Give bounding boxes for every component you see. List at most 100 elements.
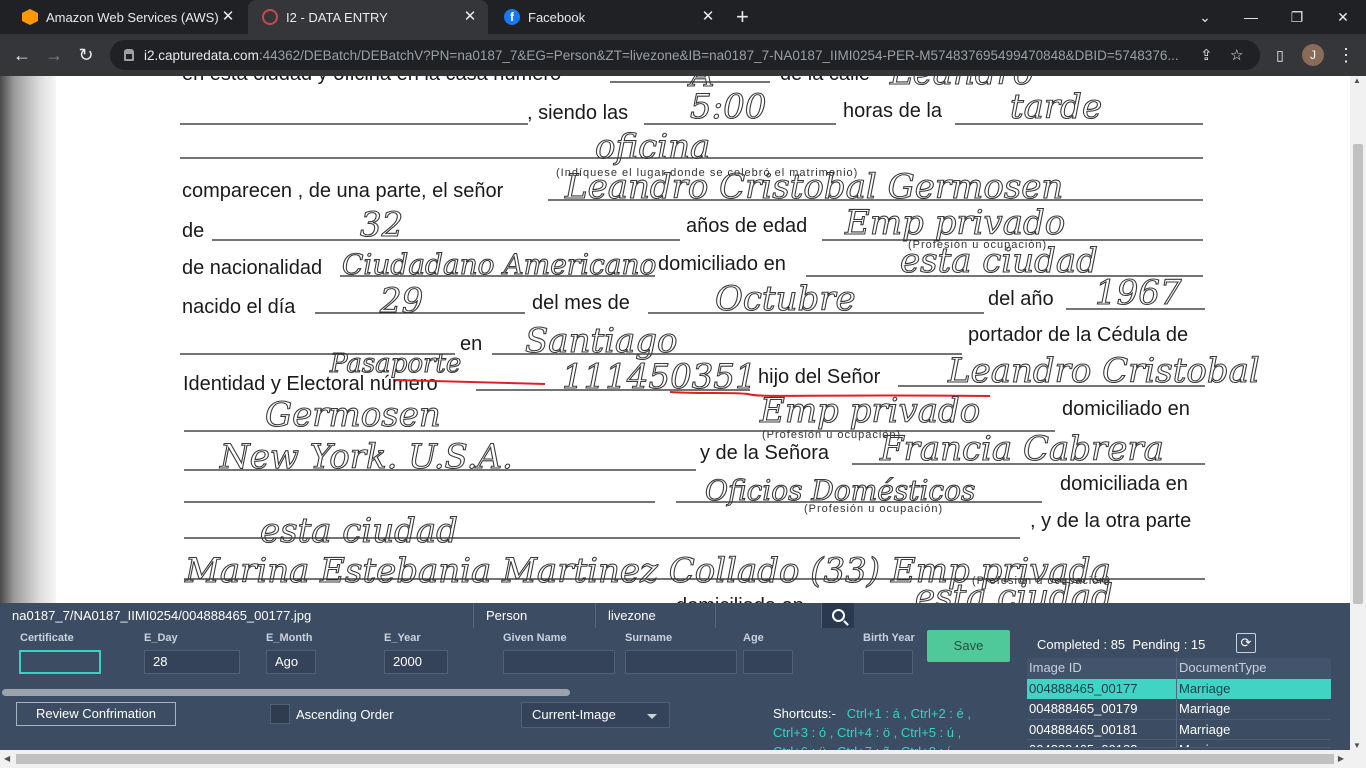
search-field[interactable] <box>716 603 822 628</box>
search-button[interactable] <box>822 603 854 628</box>
tab-title: I2 - DATA ENTRY <box>286 9 388 25</box>
tab-facebook[interactable]: f Facebook ✕ <box>490 0 726 34</box>
bookmark-star-icon[interactable]: ☆ <box>1230 46 1243 64</box>
menu-icon[interactable]: ⋮ <box>1334 43 1358 67</box>
handwriting: Francia Cabrera <box>879 429 1164 469</box>
close-icon[interactable]: ✕ <box>462 9 478 25</box>
window-close-icon[interactable]: ✕ <box>1320 0 1366 34</box>
handwriting: tarde <box>1010 87 1102 127</box>
tab-aws[interactable]: Amazon Web Services (AWS) ✕ <box>8 0 246 34</box>
share-icon[interactable]: ⇪ <box>1200 46 1213 64</box>
age-label: Age <box>743 632 764 644</box>
avatar[interactable]: J <box>1302 44 1324 66</box>
e-month-label: E_Month <box>266 632 313 644</box>
scanned-document: en esta ciudad y oficina en la casa núme… <box>180 76 1260 606</box>
search-icon <box>831 609 845 622</box>
printed-line: domiciliado en <box>1062 398 1190 420</box>
image-scope-select[interactable]: Current-Image <box>521 702 670 728</box>
scroll-up-icon[interactable]: ▲ <box>1353 76 1361 85</box>
scroll-down-icon[interactable]: ▼ <box>1353 741 1361 750</box>
printed-line: del mes de <box>532 292 630 314</box>
age-input[interactable] <box>743 650 793 674</box>
browser-tab-strip: Amazon Web Services (AWS) ✕ I2 - DATA EN… <box>0 0 1366 34</box>
handwriting: Emp privado <box>844 203 1065 243</box>
given-name-input[interactable] <box>503 650 615 674</box>
handwriting: 5:00 <box>690 87 766 127</box>
handwriting: esta ciudad <box>915 577 1113 606</box>
scroll-left-icon[interactable]: ◀ <box>4 754 10 763</box>
certificate-label: Certificate <box>20 632 74 644</box>
handwriting: Emp privado <box>759 391 980 431</box>
handwriting: Octubre <box>715 279 856 319</box>
scroll-right-icon[interactable]: ▶ <box>1338 754 1344 763</box>
document-type-cell: Marriage <box>1177 740 1331 747</box>
tab-data-entry[interactable]: I2 - DATA ENTRY ✕ <box>248 0 488 34</box>
handwriting: Santiago <box>525 321 678 361</box>
handwriting: Germosen <box>265 395 441 435</box>
handwriting: 29 <box>379 281 423 321</box>
e-day-input[interactable]: 28 <box>144 650 240 674</box>
forward-icon[interactable]: → <box>42 43 66 67</box>
address-bar[interactable]: i2.capturedata.com:44362/DEBatch/DEBatch… <box>110 40 1260 70</box>
printed-line: de la calle <box>780 76 870 85</box>
entity-group: Person <box>474 603 596 628</box>
ascending-order-checkbox[interactable] <box>270 704 290 724</box>
handwriting: 32 <box>360 205 403 245</box>
printed-line: años de edad <box>686 215 807 237</box>
document-type-cell: Marriage <box>1179 680 1231 696</box>
review-confirmation-button[interactable]: Review Confrimation <box>16 702 176 726</box>
printed-line: y de la Señora <box>700 442 830 464</box>
e-year-input[interactable]: 2000 <box>384 650 448 674</box>
image-id-cell: 004888465_00183 <box>1027 740 1177 747</box>
handwriting: Leandro Cristobal Germosen <box>564 167 1063 207</box>
printed-line: , siendo las <box>527 102 628 124</box>
printed-line: horas de la <box>843 100 943 122</box>
minimize-icon[interactable]: — <box>1228 0 1274 34</box>
birth-year-input[interactable] <box>863 650 913 674</box>
e-year-label: E_Year <box>384 632 421 644</box>
horizontal-scrollbar[interactable]: ◀ ▶ <box>0 750 1366 768</box>
image-id-cell: 004888465_00181 <box>1027 719 1177 739</box>
browser-toolbar: ← → ↻ i2.capturedata.com:44362/DEBatch/D… <box>0 34 1366 76</box>
back-icon[interactable]: ← <box>10 43 34 67</box>
refresh-icon[interactable]: ⟳ <box>1236 633 1256 653</box>
vertical-scrollbar[interactable]: ▲ ▼ <box>1350 76 1366 750</box>
table-row[interactable]: 004888465_00183 Marriage <box>1027 740 1331 748</box>
image-id-cell: 004888465_00177 <box>1027 678 1177 699</box>
save-button[interactable]: Save <box>927 630 1010 662</box>
printed-line: nacido el día <box>182 296 296 318</box>
document-viewer[interactable]: en esta ciudad y oficina en la casa núme… <box>0 76 1350 606</box>
close-icon[interactable]: ✕ <box>220 9 236 25</box>
handwriting: Pasaporte <box>329 349 461 379</box>
close-icon[interactable]: ✕ <box>700 9 716 25</box>
aws-icon <box>22 9 38 25</box>
printed-line: portador de la Cédula de <box>968 324 1188 346</box>
restore-icon[interactable]: ❐ <box>1274 0 1320 34</box>
table-row[interactable]: 004888465_00177 Marriage <box>1027 678 1331 699</box>
surname-input[interactable] <box>625 650 737 674</box>
handwriting: Leandro Cristobal <box>947 351 1260 391</box>
tab-search-icon[interactable]: ⌄ <box>1182 0 1228 34</box>
form-horizontal-scrollbar[interactable] <box>2 689 570 696</box>
new-tab-icon[interactable]: + <box>736 5 749 29</box>
e-month-input[interactable]: Ago <box>266 650 316 674</box>
image-path: na0187_7/NA0187_IIMI0254/004888465_00177… <box>0 603 474 628</box>
scroll-thumb[interactable] <box>1353 144 1363 604</box>
handwriting: oficina <box>595 127 710 167</box>
certificate-input[interactable] <box>19 650 101 674</box>
printed-line: domiciliado en <box>658 253 786 275</box>
chevron-down-icon <box>647 714 657 719</box>
url-text: i2.capturedata.com:44362/DEBatch/DEBatch… <box>144 47 1179 63</box>
printed-line: , y de la otra parte <box>1030 510 1191 532</box>
zone-name: livezone <box>596 603 716 628</box>
lock-icon <box>124 49 134 61</box>
printed-line: de <box>182 220 204 242</box>
table-row[interactable]: 004888465_00179 Marriage <box>1027 699 1331 720</box>
image-id-cell: 004888465_00179 <box>1027 699 1177 719</box>
scroll-thumb[interactable] <box>16 754 1334 764</box>
table-row[interactable]: 004888465_00181 Marriage <box>1027 719 1331 740</box>
side-panel-icon[interactable]: ▯ <box>1268 43 1292 67</box>
printed-line: en <box>460 333 482 355</box>
handwriting: esta ciudad <box>260 511 458 551</box>
reload-icon[interactable]: ↻ <box>74 43 98 67</box>
